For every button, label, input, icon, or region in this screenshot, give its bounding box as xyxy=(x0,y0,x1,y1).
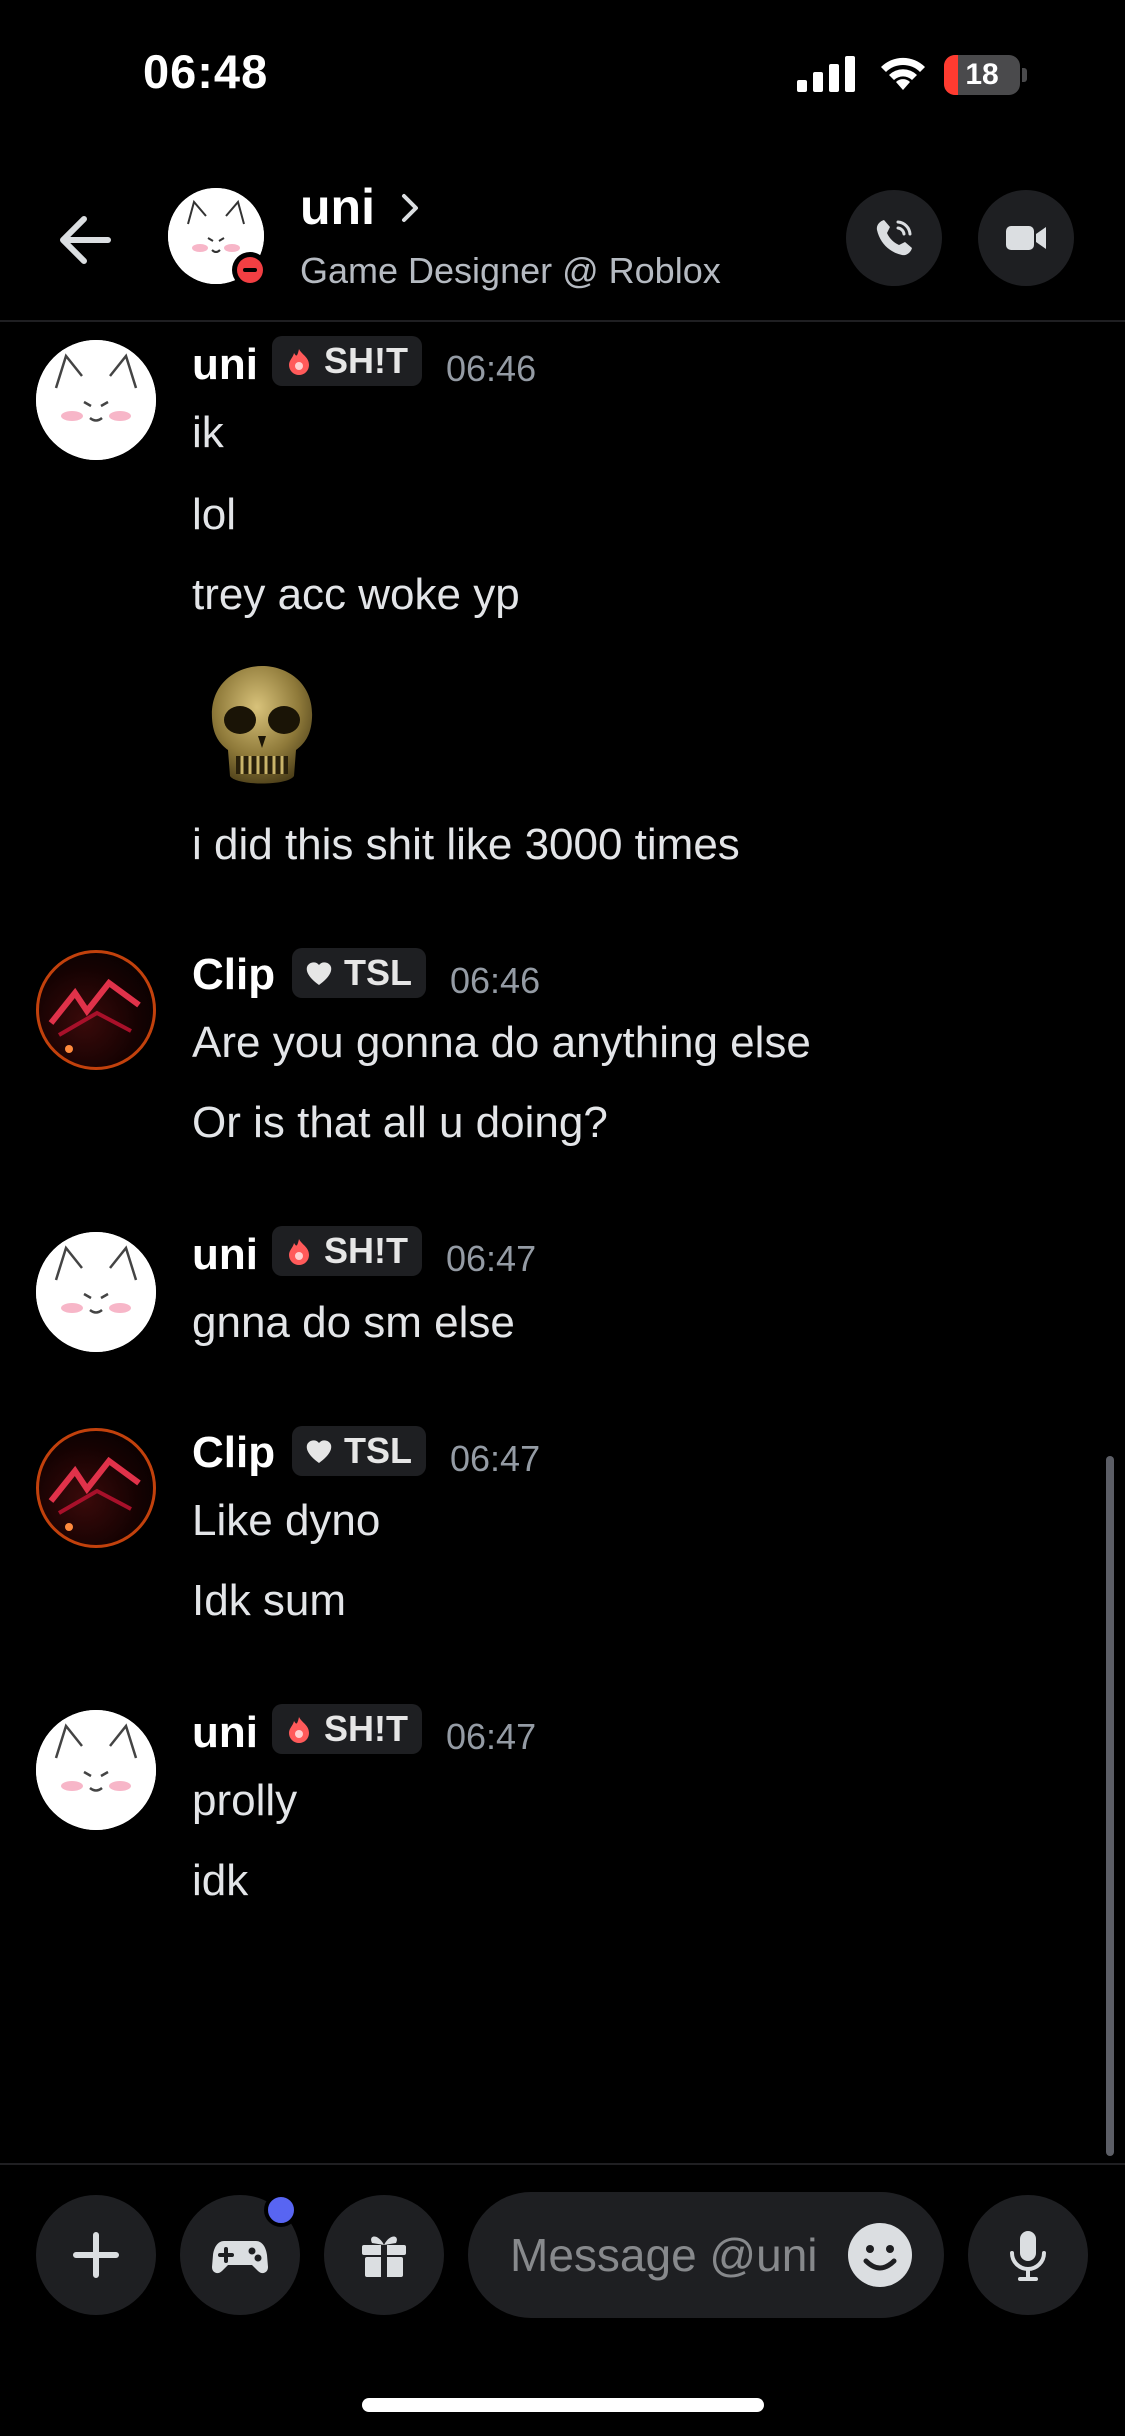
message-text[interactable]: trey acc woke yp xyxy=(192,570,520,620)
clip-avatar-image xyxy=(48,978,141,1053)
message-timestamp: 06:46 xyxy=(450,960,541,1001)
author-avatar[interactable] xyxy=(36,950,156,1070)
role-tag-label: TSL xyxy=(344,952,412,993)
message-text[interactable]: i did this shit like 3000 times xyxy=(192,820,740,870)
role-tag-label: SH!T xyxy=(324,1230,408,1271)
heart-icon xyxy=(306,962,332,985)
battery-charging-icon: 18 xyxy=(944,55,1028,95)
chevron-right-icon[interactable] xyxy=(398,190,422,226)
author-avatar[interactable] xyxy=(36,1710,156,1830)
message-text[interactable]: prolly xyxy=(192,1776,297,1826)
status-time: 06:48 xyxy=(143,45,269,98)
message-text[interactable]: Idk sum xyxy=(192,1576,346,1626)
message-text[interactable]: lol xyxy=(192,490,236,540)
role-tag[interactable]: TSL xyxy=(292,1426,426,1476)
author-name[interactable]: uni xyxy=(192,340,258,390)
message-text[interactable]: Or is that all u doing? xyxy=(192,1098,608,1148)
role-tag[interactable]: SH!T xyxy=(272,1226,422,1276)
cellular-signal-icon xyxy=(797,56,855,92)
chat-header: uni Game Designer @ Roblox xyxy=(0,150,1125,322)
role-tag[interactable]: TSL xyxy=(292,948,426,998)
activities-button[interactable] xyxy=(180,2193,300,2315)
role-tag-label: SH!T xyxy=(324,1708,408,1749)
message-input-field[interactable] xyxy=(468,2192,944,2318)
header-name[interactable]: uni xyxy=(300,178,375,236)
gamepad-icon xyxy=(212,2241,268,2274)
author-avatar[interactable] xyxy=(36,340,156,460)
author-name[interactable]: uni xyxy=(192,1708,258,1758)
role-tag[interactable]: SH!T xyxy=(272,1704,422,1754)
add-attachment-button[interactable] xyxy=(36,2195,156,2315)
role-tag-label: TSL xyxy=(344,1430,412,1471)
header-subtitle: Game Designer @ Roblox xyxy=(300,250,721,291)
heart-icon xyxy=(306,1440,332,1463)
author-name[interactable]: Clip xyxy=(192,950,275,1000)
scrollbar[interactable] xyxy=(1106,1456,1114,2156)
message-timestamp: 06:46 xyxy=(446,348,537,389)
plus-icon xyxy=(73,2232,119,2278)
home-indicator[interactable] xyxy=(362,2398,764,2412)
cat-avatar-image xyxy=(36,1232,156,1352)
message-input[interactable] xyxy=(510,2228,830,2282)
message-text[interactable]: gnna do sm else xyxy=(192,1298,515,1348)
do-not-disturb-status-icon xyxy=(232,252,268,288)
cat-avatar-image xyxy=(36,340,156,460)
message-text[interactable]: Are you gonna do anything else xyxy=(192,1018,811,1068)
fire-icon xyxy=(289,1239,309,1265)
voice-message-button[interactable] xyxy=(968,2195,1088,2315)
skull-emoji[interactable] xyxy=(192,658,332,798)
emoji-icon[interactable] xyxy=(846,2221,914,2289)
gift-icon xyxy=(362,2236,406,2277)
header-avatar[interactable] xyxy=(168,188,268,288)
status-bar: 06:48 18 xyxy=(0,0,1125,150)
message-text[interactable]: ik xyxy=(192,408,224,458)
message-timestamp: 06:47 xyxy=(446,1238,537,1279)
phone-icon xyxy=(876,220,912,256)
message-text[interactable]: Like dyno xyxy=(192,1496,380,1546)
back-arrow-icon[interactable] xyxy=(50,205,120,275)
fire-icon xyxy=(289,1717,309,1743)
gift-button[interactable] xyxy=(324,2195,444,2315)
author-avatar[interactable] xyxy=(36,1232,156,1352)
notification-dot xyxy=(264,2193,298,2227)
composer-divider xyxy=(0,2163,1125,2165)
role-tag-label: SH!T xyxy=(324,340,408,381)
message-timestamp: 06:47 xyxy=(446,1716,537,1757)
author-name[interactable]: uni xyxy=(192,1230,258,1280)
message-timestamp: 06:47 xyxy=(450,1438,541,1479)
role-tag[interactable]: SH!T xyxy=(272,336,422,386)
fire-icon xyxy=(289,349,309,375)
message-text[interactable]: idk xyxy=(192,1856,248,1906)
author-avatar[interactable] xyxy=(36,1428,156,1548)
wifi-icon xyxy=(881,57,925,90)
cat-avatar-image xyxy=(36,1710,156,1830)
voice-call-button[interactable] xyxy=(846,190,942,286)
video-icon xyxy=(1006,226,1046,250)
clip-avatar-image xyxy=(48,1456,141,1531)
microphone-icon xyxy=(1010,2231,1046,2281)
battery-level: 18 xyxy=(965,58,999,91)
video-call-button[interactable] xyxy=(978,190,1074,286)
author-name[interactable]: Clip xyxy=(192,1428,275,1478)
